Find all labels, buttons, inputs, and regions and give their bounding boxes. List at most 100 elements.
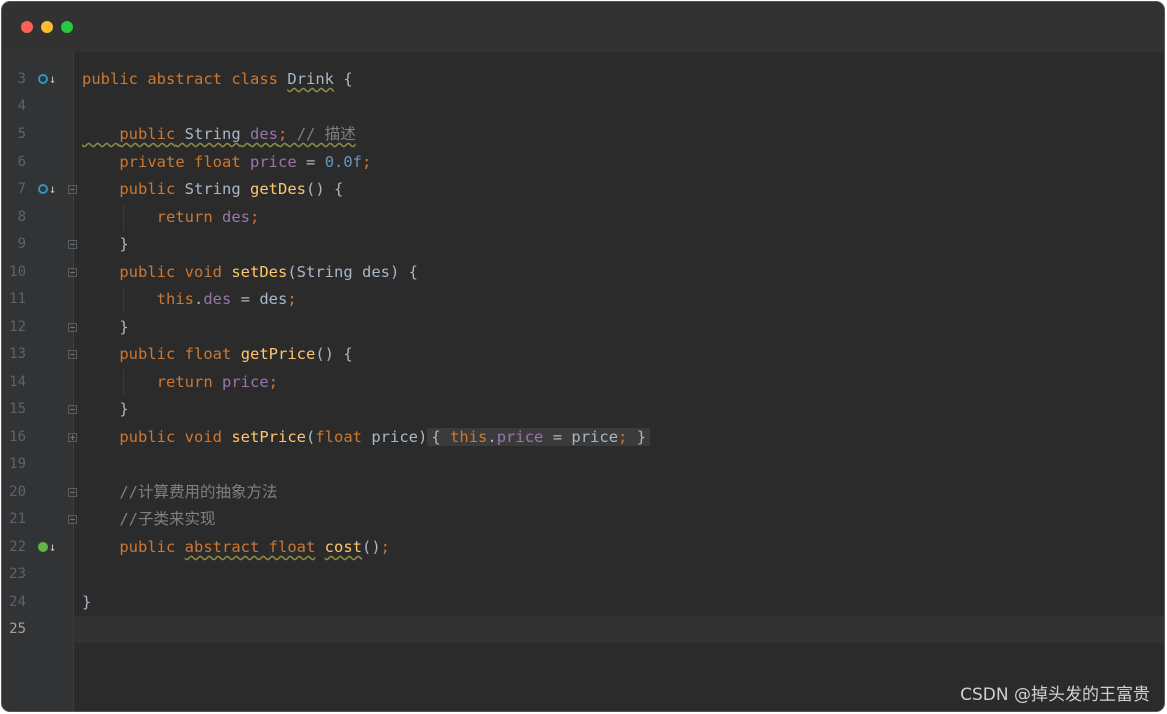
code-line-6[interactable]: private float price = 0.0f; xyxy=(82,149,371,176)
keyword: void xyxy=(184,428,222,446)
gutter-marker[interactable]: ↓ xyxy=(38,176,58,203)
code-text: = des xyxy=(231,290,288,308)
folded-region[interactable]: { this.price = price; } xyxy=(427,428,651,446)
line-number: 7 xyxy=(17,181,26,197)
keyword: public xyxy=(119,345,176,363)
fold-expand-icon[interactable] xyxy=(68,424,79,451)
code-line-10[interactable]: public void setDes(String des) { xyxy=(82,259,418,286)
fold-collapse-icon[interactable] xyxy=(68,479,79,506)
semicolon: ; xyxy=(250,208,260,226)
keyword: return xyxy=(156,373,213,391)
line-number: 15 xyxy=(9,401,26,417)
method-name: cost xyxy=(324,538,362,556)
keyword: void xyxy=(184,263,222,281)
type-name: String xyxy=(184,180,241,198)
line-number: 14 xyxy=(9,374,26,390)
keyword: public xyxy=(82,70,138,88)
code-line-14[interactable]: return price; xyxy=(82,369,278,396)
line-number: 24 xyxy=(9,594,26,610)
line-number: 11 xyxy=(9,291,26,307)
code-line-8[interactable]: return des; xyxy=(82,204,260,231)
keyword: class xyxy=(231,70,279,88)
fold-collapse-icon[interactable] xyxy=(68,506,79,533)
fold-collapse-icon[interactable] xyxy=(68,341,79,368)
code-text: ( xyxy=(306,428,316,446)
code-line-21[interactable]: //子类来实现 xyxy=(82,506,216,533)
keyword: float xyxy=(184,345,232,363)
keyword: this xyxy=(450,428,488,446)
brace: { xyxy=(334,70,353,88)
fold-collapse-icon[interactable] xyxy=(68,396,79,423)
code-line-22[interactable]: public abstract float cost(); xyxy=(82,534,390,561)
keyword: public xyxy=(119,180,176,198)
fold-collapse-icon[interactable] xyxy=(68,176,79,203)
keyword: public xyxy=(119,428,176,446)
keyword: public xyxy=(119,538,176,556)
code-line-5[interactable]: public String des; // 描述 xyxy=(82,121,356,148)
line-number: 6 xyxy=(17,154,26,170)
code-line-12[interactable]: } xyxy=(82,314,128,341)
keyword: abstract float xyxy=(184,538,316,556)
operator: = xyxy=(296,153,325,171)
ide-window: public abstract class Drink { public Str… xyxy=(1,1,1165,712)
line-number: 21 xyxy=(9,511,26,527)
line-number: 10 xyxy=(9,264,26,280)
code-text: () { xyxy=(306,180,344,198)
keyword: private xyxy=(119,153,185,171)
gutter-marker[interactable]: ↓ xyxy=(38,534,58,561)
code-area[interactable]: public abstract class Drink { public Str… xyxy=(2,2,1164,711)
dot: . xyxy=(193,290,204,308)
code-line-9[interactable]: } xyxy=(82,231,128,258)
watermark: CSDN @掉头发的王富贵 xyxy=(960,685,1150,705)
code-line-16[interactable]: public void setPrice(float price){ this.… xyxy=(82,424,651,451)
code-line-24[interactable]: } xyxy=(82,589,91,616)
arrow-down-icon: ↓ xyxy=(49,182,57,196)
code-line-7[interactable]: public String getDes() { xyxy=(82,176,343,203)
field-name: price xyxy=(496,428,544,446)
brace: } xyxy=(636,428,647,446)
code-text: () { xyxy=(315,345,353,363)
line-number: 23 xyxy=(9,566,26,582)
code-line-15[interactable]: } xyxy=(82,396,129,423)
semicolon: ; xyxy=(287,290,297,308)
arrow-down-icon: ↓ xyxy=(49,72,57,86)
semicolon: ; xyxy=(268,373,279,391)
comment: //子类来实现 xyxy=(119,510,216,528)
keyword: return xyxy=(156,208,213,226)
method-name: getPrice xyxy=(240,345,316,363)
fold-collapse-icon[interactable] xyxy=(68,231,79,258)
line-number: 4 xyxy=(17,98,26,114)
semicolon: ; xyxy=(380,538,391,556)
code-line-11[interactable]: this.des = des; xyxy=(82,286,297,313)
field-name: price xyxy=(222,373,269,391)
semicolon: ; xyxy=(278,125,288,143)
keyword: public xyxy=(119,263,176,281)
fold-collapse-icon[interactable] xyxy=(68,314,79,341)
code-line-3[interactable]: public abstract class Drink { xyxy=(82,66,353,93)
overridden-icon[interactable] xyxy=(38,183,48,194)
brace: { xyxy=(431,428,441,446)
line-number: 3 xyxy=(17,71,26,87)
arrow-down-icon: ↓ xyxy=(49,540,57,554)
semicolon: ; xyxy=(362,153,372,171)
method-name: setPrice xyxy=(231,428,306,446)
code-line-20[interactable]: //计算费用的抽象方法 xyxy=(82,479,277,506)
field-name: des xyxy=(203,290,232,308)
brace: } xyxy=(119,400,129,418)
code-text: (String des) { xyxy=(287,263,418,281)
keyword: float xyxy=(194,153,241,171)
field-name: price xyxy=(250,153,297,171)
gutter-marker[interactable]: ↓ xyxy=(38,66,58,93)
class-name: Drink xyxy=(287,70,335,88)
field-name: des xyxy=(250,125,279,143)
type-name: String xyxy=(184,125,241,143)
line-number: 13 xyxy=(9,346,26,362)
comment: // 描述 xyxy=(296,125,356,143)
overridden-icon[interactable] xyxy=(38,73,48,84)
fold-collapse-icon[interactable] xyxy=(68,259,79,286)
semicolon: ; xyxy=(618,428,628,446)
code-line-13[interactable]: public float getPrice() { xyxy=(82,341,353,368)
implemented-icon[interactable] xyxy=(38,541,48,552)
method-name: getDes xyxy=(250,180,307,198)
keyword: abstract xyxy=(147,70,222,88)
